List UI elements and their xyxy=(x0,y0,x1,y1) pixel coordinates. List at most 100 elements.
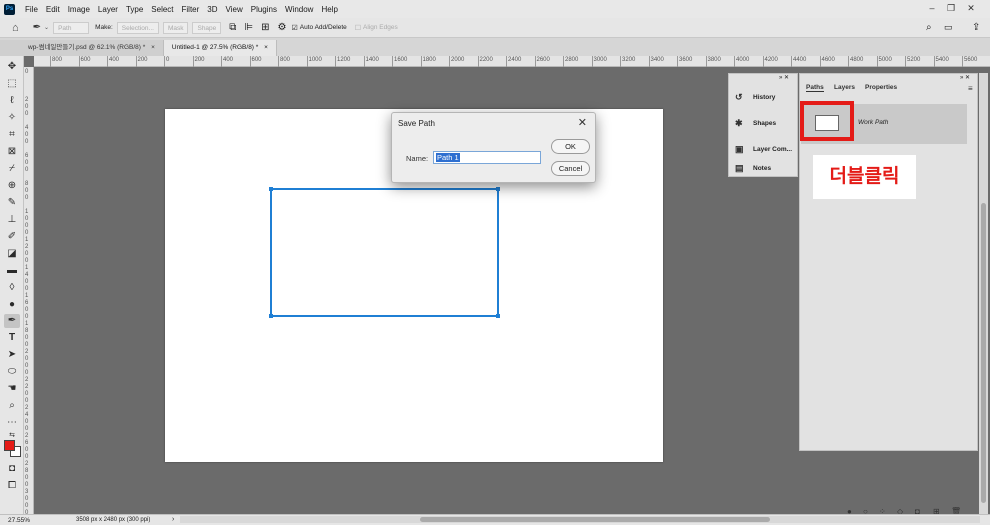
dock-item-history[interactable]: ↺ History xyxy=(735,90,775,104)
share-icon[interactable]: ⇪ xyxy=(972,22,980,33)
align-edges-label: Align Edges xyxy=(363,24,398,31)
move-tool-icon[interactable]: ✥ xyxy=(4,60,20,74)
scrollbar-thumb[interactable] xyxy=(420,517,770,522)
panel-menu-icon[interactable]: ≡ xyxy=(968,84,973,93)
dock-item-shapes[interactable]: ✱ Shapes xyxy=(735,116,776,130)
restore-icon[interactable]: ❐ xyxy=(943,2,959,15)
ruler-label: 5000 xyxy=(878,57,892,63)
ruler-horizontal: 800 600 400 200 0 200 400 600 800 1000 1200 1400 160… xyxy=(34,56,990,67)
path-alignment-icon[interactable]: ⊫ xyxy=(244,22,253,33)
eraser-tool-icon[interactable]: ◪ xyxy=(4,247,20,261)
pen-tool-icon[interactable]: ✒ xyxy=(33,22,41,33)
ruler-label: 200 xyxy=(194,57,205,63)
path-arrangement-icon[interactable]: ⊞ xyxy=(261,22,269,33)
make-shape-button[interactable]: Shape xyxy=(192,21,222,34)
horizontal-scrollbar[interactable] xyxy=(180,516,980,523)
frame-tool-icon[interactable]: ⊠ xyxy=(4,145,20,159)
dock-item-layer-comps[interactable]: ▣ Layer Com... xyxy=(735,142,792,156)
ok-button[interactable]: OK xyxy=(551,139,590,154)
toolbox: ✥ ⬚ ℓ ✧ ⌗ ⊠ ⌿ ⊕ ✎ ⊥ ✐ ◪ ▬ ◊ ● ✒ T ➤ ⬭ ☚ … xyxy=(0,56,24,525)
close-icon[interactable]: ✕ xyxy=(578,116,587,129)
path-selection-tool-icon[interactable]: ➤ xyxy=(4,348,20,362)
ruler-tick xyxy=(819,56,821,67)
tab-properties[interactable]: Properties xyxy=(865,84,897,91)
quick-mask-icon[interactable]: ◘ xyxy=(4,462,20,476)
crop-tool-icon[interactable]: ⌗ xyxy=(4,128,20,142)
chevron-down-icon[interactable]: ⌄ xyxy=(44,24,49,31)
gradient-tool-icon[interactable]: ▬ xyxy=(4,264,20,278)
menu-3d[interactable]: 3D xyxy=(203,5,221,14)
cancel-button[interactable]: Cancel xyxy=(551,161,590,176)
ruler-label: 5200 xyxy=(907,57,921,63)
status-menu-arrow[interactable]: › xyxy=(172,516,174,523)
dock-collapse-icon[interactable]: » ✕ xyxy=(779,74,789,81)
make-selection-button[interactable]: Selection... xyxy=(116,21,159,34)
ruler-label: 3800 xyxy=(707,57,721,63)
screen-mode-icon[interactable]: ⧠ xyxy=(4,479,20,493)
search-icon[interactable]: ⌕ xyxy=(926,22,932,33)
brush-tool-icon[interactable]: ✎ xyxy=(4,196,20,210)
dodge-tool-icon[interactable]: ● xyxy=(4,298,20,312)
shape-tool-icon[interactable]: ⬭ xyxy=(4,365,20,379)
pen-tool-active-icon[interactable]: ✒ xyxy=(4,314,20,328)
ruler-tick xyxy=(962,56,963,67)
workspace-icon[interactable]: ▭ xyxy=(944,22,953,33)
healing-tool-icon[interactable]: ⊕ xyxy=(4,179,20,193)
tab-layers[interactable]: Layers xyxy=(834,84,855,91)
path-operations-icon[interactable]: ⧉ xyxy=(229,22,236,33)
tab-document-1[interactable]: wp-썸네일만들기.psd @ 62.1% (RGB/8) * × xyxy=(0,40,164,56)
ruler-tick xyxy=(50,56,51,67)
gear-icon[interactable]: ⚙ xyxy=(278,22,287,33)
type-tool-icon[interactable]: T xyxy=(4,331,20,345)
menu-layer[interactable]: Layer xyxy=(94,5,122,14)
menu-image[interactable]: Image xyxy=(64,5,94,14)
ruler-tick xyxy=(933,56,935,67)
blur-tool-icon[interactable]: ◊ xyxy=(4,281,20,295)
lasso-tool-icon[interactable]: ℓ xyxy=(4,94,20,108)
vertical-scrollbar[interactable] xyxy=(979,73,988,514)
tool-mode-select[interactable]: Path xyxy=(53,21,90,34)
menu-help[interactable]: Help xyxy=(317,5,341,14)
scrollbar-thumb[interactable] xyxy=(981,203,986,503)
align-edges-checkbox[interactable]: ☐ xyxy=(355,24,361,32)
menu-type[interactable]: Type xyxy=(122,5,147,14)
ruler-label: 0 xyxy=(25,69,29,75)
foreground-color-swatch[interactable] xyxy=(4,440,15,451)
tab-paths[interactable]: Paths xyxy=(806,84,824,92)
make-mask-button[interactable]: Mask xyxy=(162,21,189,34)
menu-filter[interactable]: Filter xyxy=(178,5,204,14)
stamp-tool-icon[interactable]: ⊥ xyxy=(4,213,20,227)
ruler-tick xyxy=(905,56,906,67)
tab-document-2[interactable]: Untitled-1 @ 27.5% (RGB/8) * × xyxy=(163,40,277,56)
dock-item-notes[interactable]: ▤ Notes xyxy=(735,161,771,175)
dock-item-label: Shapes xyxy=(753,119,777,127)
more-tools-icon[interactable]: ⋯ xyxy=(4,416,20,430)
magic-wand-tool-icon[interactable]: ✧ xyxy=(4,111,20,125)
menu-edit[interactable]: Edit xyxy=(42,5,64,14)
dock-item-label: Layer Com... xyxy=(753,145,793,153)
ruler-label: 4000 xyxy=(736,57,750,63)
minimize-icon[interactable]: – xyxy=(924,2,940,15)
ruler-tick xyxy=(791,56,792,67)
home-icon[interactable]: ⌂ xyxy=(12,22,19,34)
eyedropper-tool-icon[interactable]: ⌿ xyxy=(4,162,20,176)
menu-window[interactable]: Window xyxy=(281,5,317,14)
auto-add-delete-checkbox[interactable]: ☑ xyxy=(292,24,298,32)
menu-file[interactable]: File xyxy=(21,5,42,14)
ruler-tick xyxy=(278,56,279,67)
menu-view[interactable]: View xyxy=(222,5,247,14)
marquee-tool-icon[interactable]: ⬚ xyxy=(4,77,20,91)
zoom-tool-icon[interactable]: ⌕ xyxy=(4,399,20,413)
path-name-input[interactable]: Path 1 xyxy=(433,151,541,164)
close-icon[interactable]: × xyxy=(264,44,268,51)
ruler-tick xyxy=(848,56,849,67)
close-icon[interactable]: × xyxy=(151,44,155,51)
hand-tool-icon[interactable]: ☚ xyxy=(4,382,20,396)
menu-plugins[interactable]: Plugins xyxy=(247,5,281,14)
panel-collapse-icon[interactable]: » ✕ xyxy=(960,74,970,81)
zoom-level[interactable]: 27.55% xyxy=(8,517,30,524)
history-brush-tool-icon[interactable]: ✐ xyxy=(4,230,20,244)
tab-label: Untitled-1 @ 27.5% (RGB/8) * xyxy=(171,44,259,51)
menu-select[interactable]: Select xyxy=(147,5,177,14)
close-window-icon[interactable]: ✕ xyxy=(963,2,979,15)
